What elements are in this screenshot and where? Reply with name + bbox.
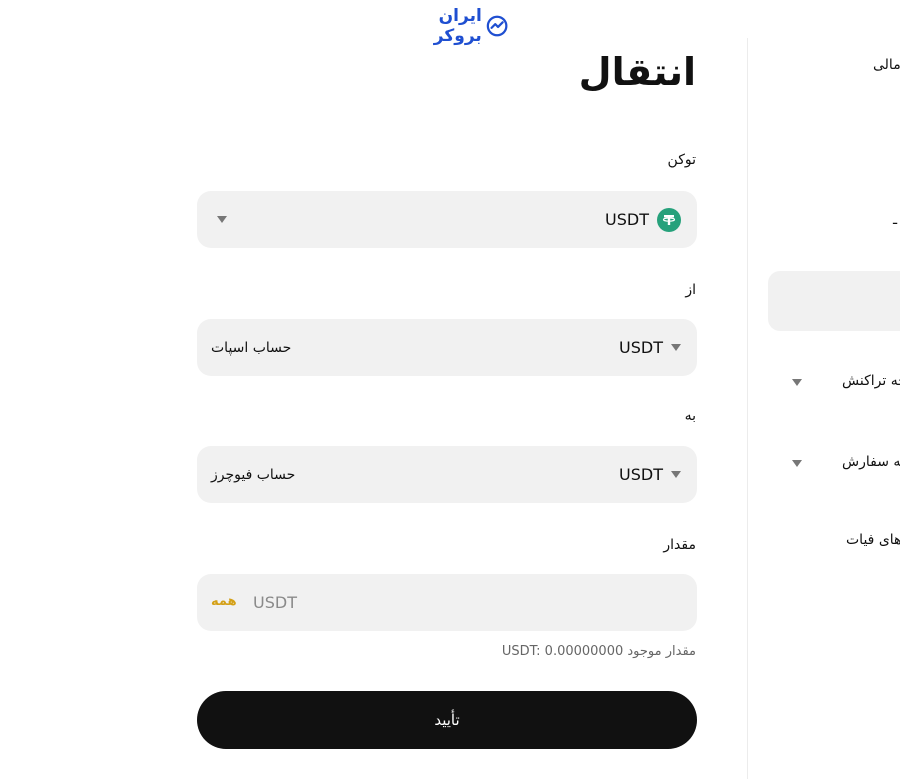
amount-field — [197, 574, 697, 631]
to-account-name: حساب فیوچرز — [211, 466, 296, 483]
to-label: به — [684, 408, 696, 424]
chevron-down-icon — [217, 216, 227, 223]
sidebar-item-finance[interactable]: مالی — [873, 57, 900, 73]
sidebar-active-item[interactable] — [768, 271, 900, 331]
from-label: از — [685, 282, 696, 298]
chevron-down-icon — [671, 344, 681, 351]
amount-input[interactable] — [197, 574, 697, 631]
from-account-name: حساب اسپات — [211, 339, 292, 356]
to-account-select[interactable]: USDT حساب فیوچرز — [197, 446, 697, 503]
token-label: توکن — [667, 152, 696, 168]
confirm-button[interactable]: تأیید — [197, 691, 697, 749]
amount-label: مقدار — [663, 537, 696, 553]
token-select-value: USDT — [605, 210, 649, 229]
from-token: USDT — [619, 338, 663, 357]
brand-chart-icon — [486, 15, 508, 37]
brand-name: ایران بروکر — [433, 6, 482, 46]
chevron-down-icon — [671, 471, 681, 478]
balance-label: مقدار موجود — [627, 644, 696, 659]
amount-all-button[interactable]: همه — [211, 594, 237, 609]
to-token: USDT — [619, 465, 663, 484]
chevron-down-icon — [792, 379, 802, 386]
chevron-down-icon — [792, 460, 802, 467]
sidebar-item-transactions[interactable]: چه تراکنش — [842, 373, 900, 389]
tether-icon — [657, 207, 681, 232]
token-select[interactable]: USDT — [197, 191, 697, 248]
transfer-page: ایران بروکر انتقال توکن USDT از USDT حسا… — [0, 0, 900, 779]
balance-value: USDT: 0.00000000 — [501, 644, 624, 659]
available-balance: مقدار موجود USDT: 0.00000000 — [502, 644, 696, 659]
page-title: انتقال — [578, 50, 696, 94]
from-account-select[interactable]: USDT حساب اسپات — [197, 319, 697, 376]
panel-divider — [747, 38, 748, 779]
sidebar-item-cropped[interactable]: ـ — [893, 212, 897, 228]
brand-logo[interactable]: ایران بروکر — [392, 6, 508, 46]
sidebar-item-orders[interactable]: چه سفارش — [842, 454, 900, 470]
sidebar-item-fiat[interactable]: رهای فیات — [846, 532, 900, 548]
